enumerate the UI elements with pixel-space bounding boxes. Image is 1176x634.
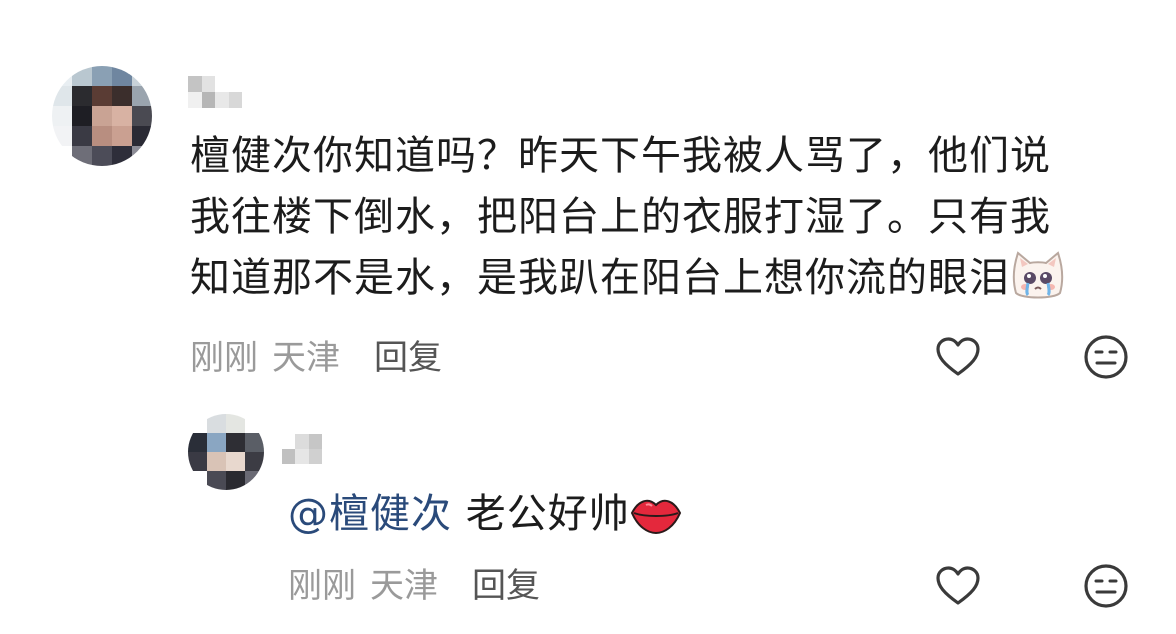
comment-text-line: 我往楼下倒水，把阳台上的衣服打湿了。只有我 <box>190 194 1051 240</box>
avatar[interactable] <box>52 66 152 166</box>
author-name-blurred[interactable] <box>188 76 242 108</box>
lips-emoji <box>630 499 681 535</box>
comment-text-line: 檀健次你知道吗？昨天下午我被人骂了，他们说 <box>190 133 1051 179</box>
reply-button[interactable]: 回复 <box>472 558 540 607</box>
meh-face-icon[interactable] <box>1082 333 1130 381</box>
comment-meta: 刚刚 天津 回复 <box>288 558 540 607</box>
comment-text: 老公好帅 <box>452 491 630 537</box>
mention-link[interactable]: @檀健次 <box>288 491 452 537</box>
timestamp: 刚刚 <box>288 565 356 606</box>
crying-cat-emoji <box>1012 251 1064 299</box>
author-name-blurred[interactable] <box>282 434 322 464</box>
location: 天津 <box>370 565 438 606</box>
location: 天津 <box>272 337 340 378</box>
comment-text-line: 知道那不是水，是我趴在阳台上想你流的眼泪 <box>190 248 1066 309</box>
comment-text-line: @檀健次 老公好帅 <box>288 484 682 545</box>
comment-text: 知道那不是水，是我趴在阳台上想你流的眼泪 <box>190 255 1010 301</box>
comment-meta: 刚刚 天津 回复 <box>190 330 442 379</box>
avatar[interactable] <box>188 414 264 490</box>
reply-button[interactable]: 回复 <box>374 330 442 379</box>
timestamp: 刚刚 <box>190 337 258 378</box>
meh-face-icon[interactable] <box>1082 562 1130 610</box>
heart-icon[interactable] <box>934 562 982 610</box>
heart-icon[interactable] <box>934 333 982 381</box>
